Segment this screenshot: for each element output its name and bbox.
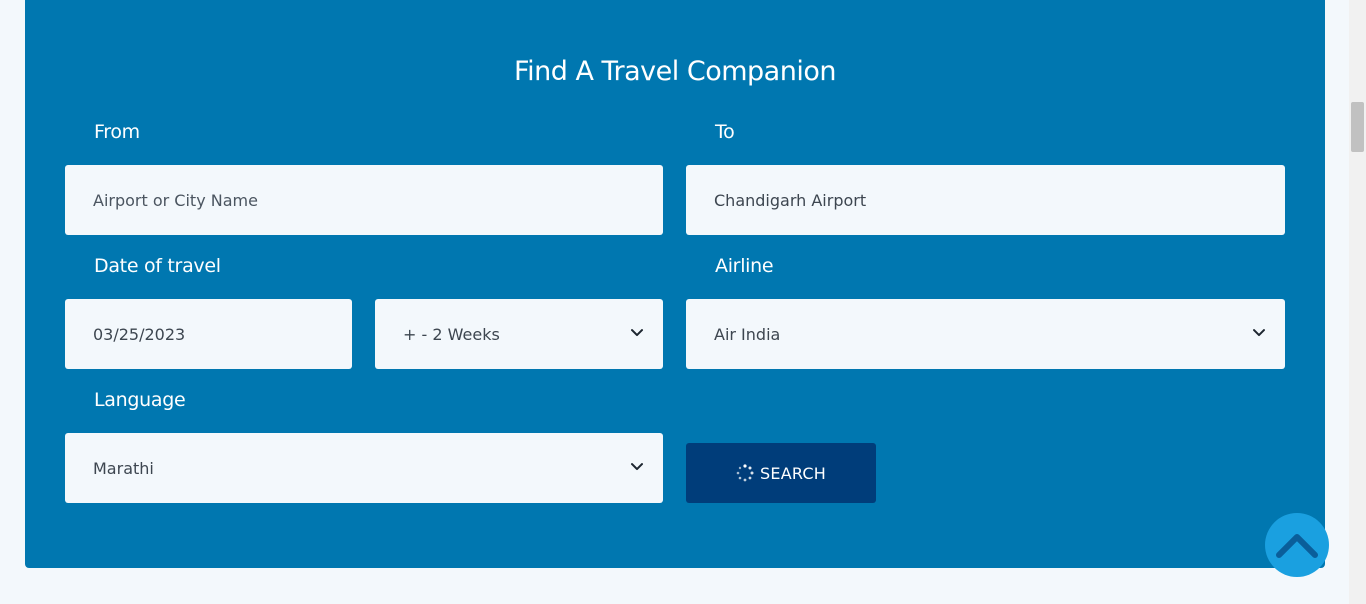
chevron-down-icon bbox=[631, 329, 643, 337]
date-range-select[interactable]: + - 2 Weeks bbox=[375, 299, 663, 369]
scroll-to-top-button[interactable] bbox=[1265, 513, 1329, 577]
date-input-value: 03/25/2023 bbox=[93, 324, 186, 344]
to-input[interactable]: Chandigarh Airport bbox=[686, 165, 1285, 235]
from-input-placeholder: Airport or City Name bbox=[93, 190, 258, 210]
language-select[interactable]: Marathi bbox=[65, 433, 663, 503]
scrollbar-thumb[interactable] bbox=[1351, 102, 1364, 152]
panel-title: Find A Travel Companion bbox=[514, 56, 836, 87]
airline-select-value: Air India bbox=[714, 324, 781, 344]
date-label: Date of travel bbox=[94, 255, 221, 277]
date-range-value: + - 2 Weeks bbox=[403, 324, 500, 344]
search-button-label: SEARCH bbox=[760, 463, 826, 483]
loading-spinner-icon bbox=[736, 464, 754, 482]
search-button[interactable]: SEARCH bbox=[686, 443, 876, 503]
page: Find A Travel Companion From Airport or … bbox=[0, 0, 1366, 604]
page-scrollbar[interactable] bbox=[1349, 0, 1366, 604]
travel-companion-panel: Find A Travel Companion From Airport or … bbox=[25, 0, 1325, 568]
airline-select[interactable]: Air India bbox=[686, 299, 1285, 369]
date-input[interactable]: 03/25/2023 bbox=[65, 299, 352, 369]
airline-label: Airline bbox=[715, 255, 774, 277]
from-label: From bbox=[94, 121, 140, 143]
chevron-up-icon bbox=[1276, 534, 1318, 558]
from-input[interactable]: Airport or City Name bbox=[65, 165, 663, 235]
language-label: Language bbox=[94, 389, 186, 411]
to-input-value: Chandigarh Airport bbox=[714, 190, 867, 210]
chevron-down-icon bbox=[631, 463, 643, 471]
to-label: To bbox=[715, 121, 735, 143]
language-select-value: Marathi bbox=[93, 458, 154, 478]
chevron-down-icon bbox=[1253, 329, 1265, 337]
